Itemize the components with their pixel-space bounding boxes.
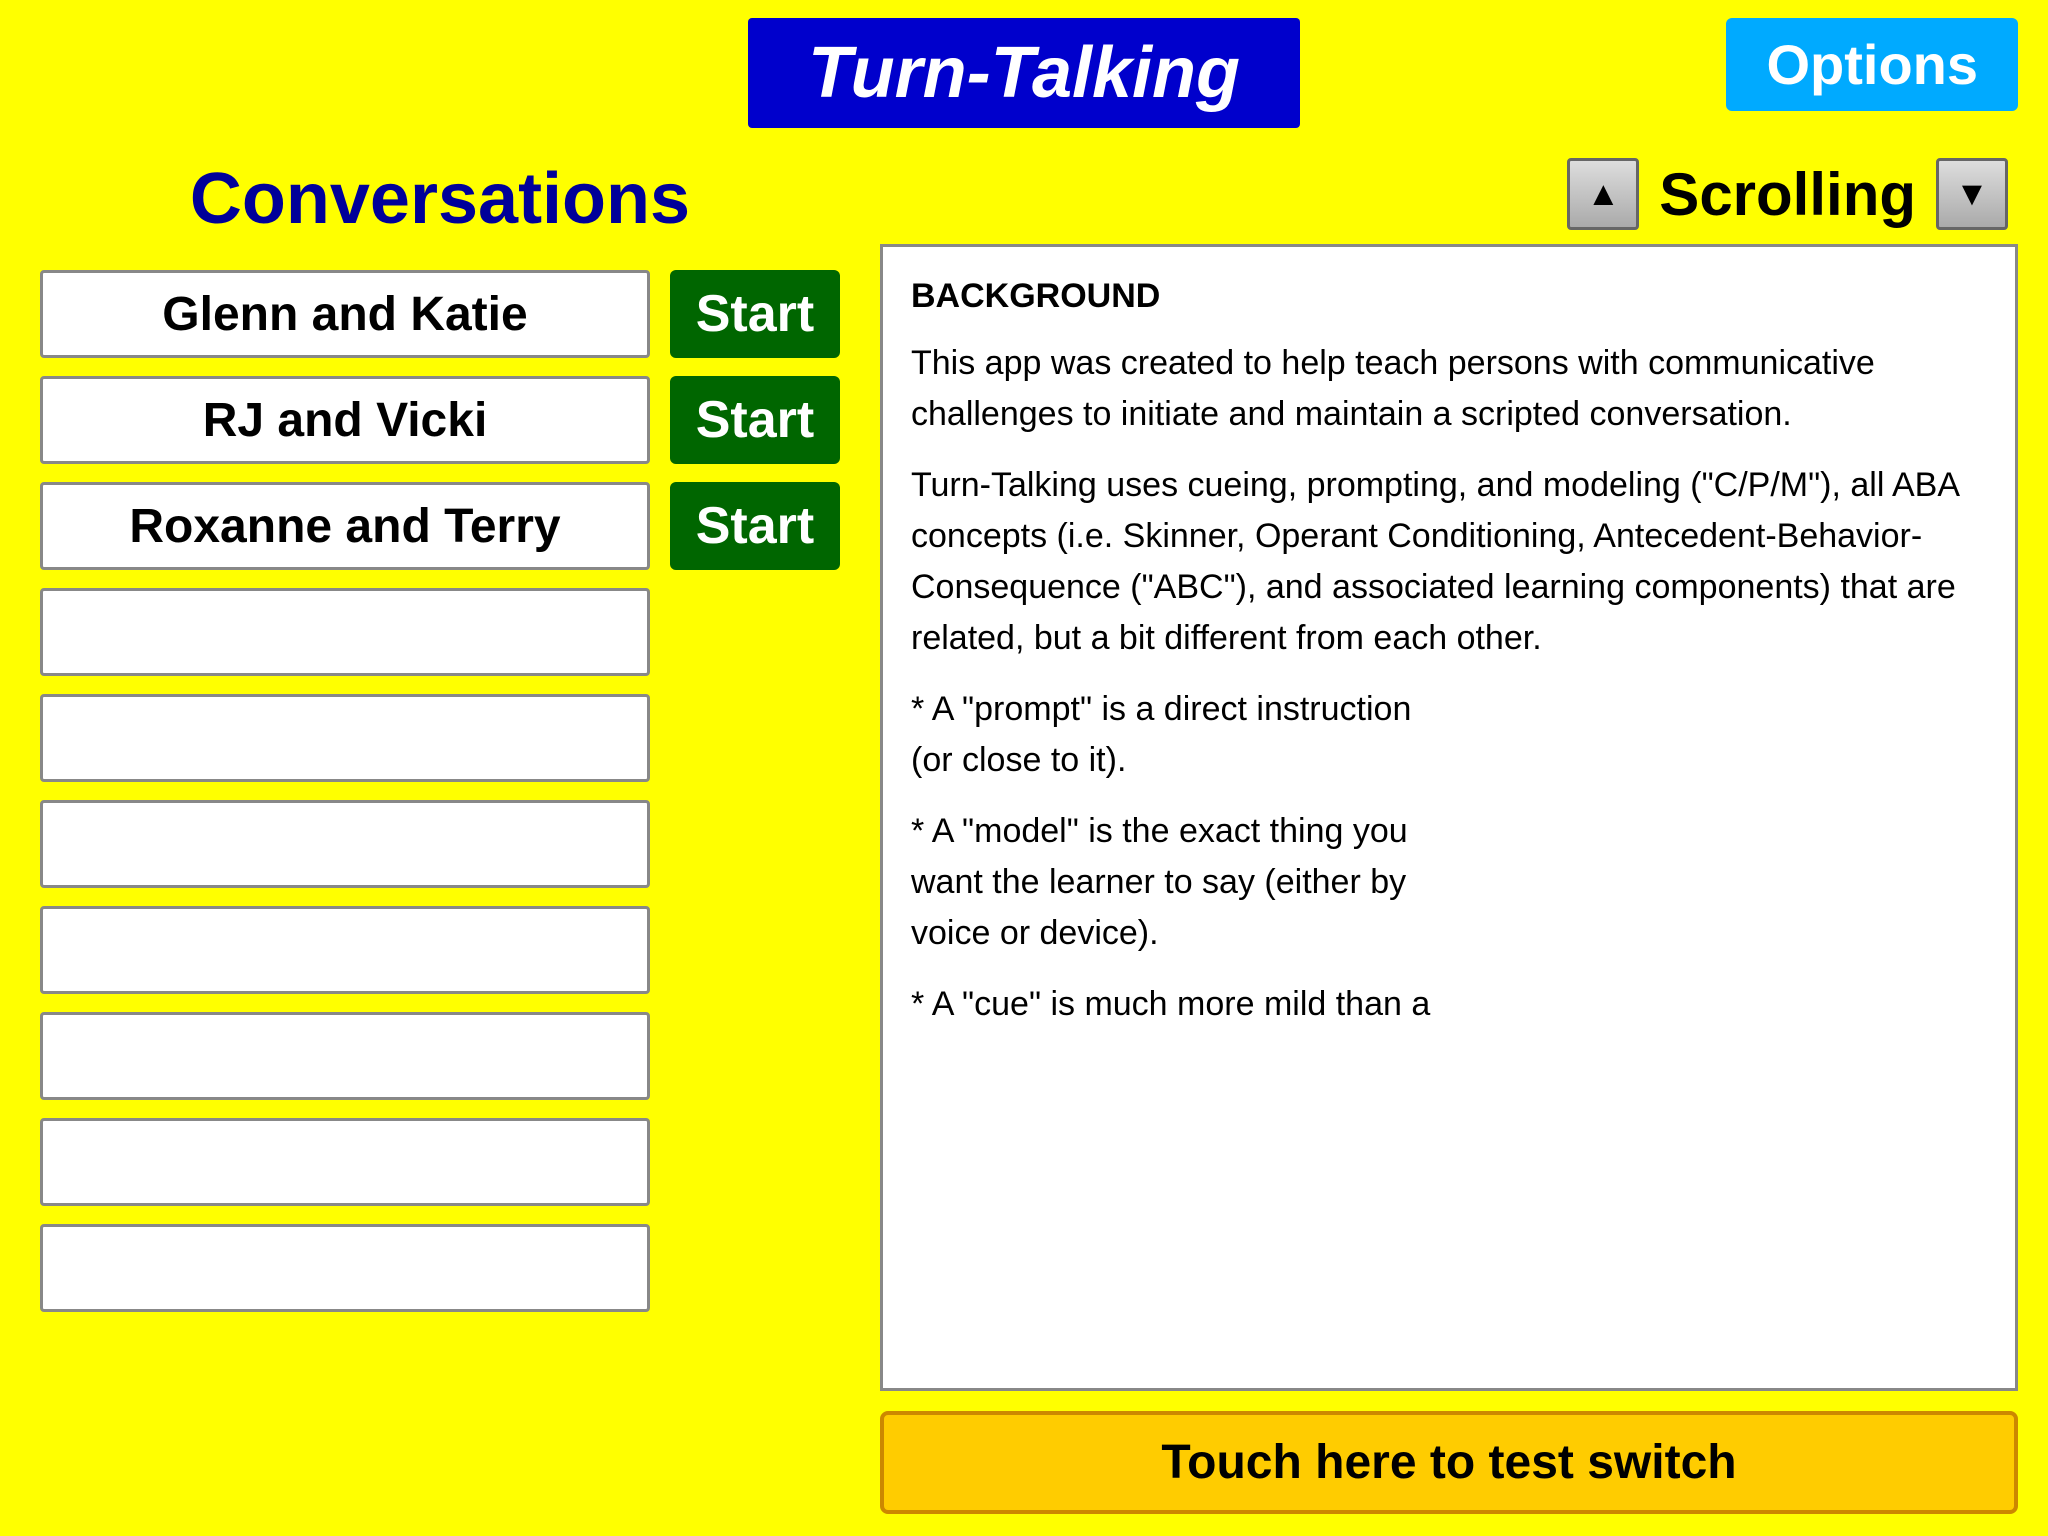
scroll-up-button[interactable] xyxy=(1567,158,1639,230)
start-button[interactable]: Start xyxy=(670,376,840,464)
left-panel: Conversations Glenn and KatieStartRJ and… xyxy=(40,158,840,1514)
right-panel: Scrolling BACKGROUND This app was create… xyxy=(880,158,2018,1514)
conversation-row xyxy=(40,1224,840,1312)
conversation-row xyxy=(40,694,840,782)
conversation-row: RJ and Vicki Start xyxy=(40,376,840,464)
conversations-title: Conversations xyxy=(40,158,840,240)
content-section-title: BACKGROUND xyxy=(911,271,1987,322)
scroll-content-box: BACKGROUND This app was created to help … xyxy=(880,244,2018,1391)
start-button[interactable]: Start xyxy=(670,270,840,358)
conversation-empty-box xyxy=(40,906,650,994)
conversation-row: Roxanne and Terry Start xyxy=(40,482,840,570)
conversation-name-box: Roxanne and Terry xyxy=(40,482,650,570)
options-button[interactable]: Options xyxy=(1726,18,2018,111)
scroll-title: Scrolling xyxy=(1659,160,1916,229)
content-paragraph: Turn-Talking uses cueing, prompting, and… xyxy=(911,460,1987,664)
start-button[interactable]: Start xyxy=(670,482,840,570)
conversation-empty-box xyxy=(40,800,650,888)
scroll-down-button[interactable] xyxy=(1936,158,2008,230)
conversation-name-text: RJ and Vicki xyxy=(203,393,488,448)
conversation-empty-box xyxy=(40,694,650,782)
conversation-row xyxy=(40,800,840,888)
conversation-list: Glenn and KatieStartRJ and VickiStartRox… xyxy=(40,270,840,1514)
conversation-empty-box xyxy=(40,588,650,676)
conversation-name-text: Glenn and Katie xyxy=(162,287,527,342)
conversation-row xyxy=(40,1012,840,1100)
main-content: Conversations Glenn and KatieStartRJ and… xyxy=(0,138,2048,1534)
conversation-empty-box xyxy=(40,1012,650,1100)
content-paragraph: * A "cue" is much more mild than a xyxy=(911,979,1987,1030)
conversation-row xyxy=(40,906,840,994)
content-paragraph: * A "model" is the exact thing you want … xyxy=(911,806,1987,959)
conversation-row: Glenn and Katie Start xyxy=(40,270,840,358)
scroll-header: Scrolling xyxy=(880,158,2018,230)
conversation-row xyxy=(40,588,840,676)
header: Turn-Talking Options xyxy=(0,0,2048,138)
content-paragraph: * A "prompt" is a direct instruction (or… xyxy=(911,684,1987,786)
conversation-empty-box xyxy=(40,1224,650,1312)
conversation-name-box: Glenn and Katie xyxy=(40,270,650,358)
conversation-row xyxy=(40,1118,840,1206)
conversation-name-text: Roxanne and Terry xyxy=(129,499,560,554)
content-paragraph: This app was created to help teach perso… xyxy=(911,338,1987,440)
conversation-name-box: RJ and Vicki xyxy=(40,376,650,464)
app-title: Turn-Talking xyxy=(748,18,1300,128)
conversation-empty-box xyxy=(40,1118,650,1206)
touch-switch-button[interactable]: Touch here to test switch xyxy=(880,1411,2018,1514)
